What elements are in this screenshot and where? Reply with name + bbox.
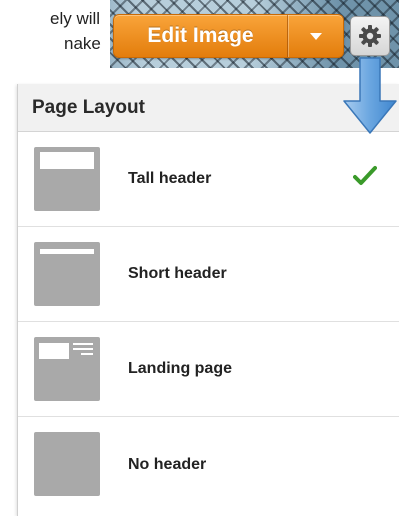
layout-option-label: Short header: [128, 265, 227, 282]
layout-option-label: Landing page: [128, 360, 232, 377]
layout-option-landing-page[interactable]: Landing page: [18, 322, 399, 417]
layout-option-no-header[interactable]: No header: [18, 417, 399, 512]
layout-option-short-header[interactable]: Short header: [18, 227, 399, 322]
chevron-down-icon: [309, 32, 322, 40]
short-header-thumbnail: [34, 242, 100, 306]
layout-option-label: No header: [128, 455, 207, 473]
page-layout-dropdown: Page Layout Tall header Short header Lan…: [17, 84, 399, 516]
screenshot-stage: ely will nake Edit Image Page Layout Tal…: [0, 0, 399, 516]
layout-option-label: Tall header: [128, 170, 212, 187]
background-text-line-1: ely will: [50, 9, 101, 28]
gear-icon: [359, 25, 381, 47]
edit-image-button[interactable]: Edit Image: [114, 15, 287, 57]
tall-header-thumbnail: [34, 147, 100, 211]
settings-button[interactable]: [350, 16, 390, 56]
layout-option-tall-header[interactable]: Tall header: [18, 132, 399, 227]
edit-image-split-button: Edit Image: [113, 14, 344, 58]
checkmark-icon: [353, 166, 377, 185]
edit-image-dropdown-button[interactable]: [288, 15, 343, 57]
arrow-down-icon: [343, 57, 397, 134]
background-text: ely will nake: [0, 6, 101, 56]
landing-page-thumbnail: [34, 337, 100, 401]
background-text-line-2: nake: [64, 34, 101, 53]
no-header-thumbnail: [34, 432, 100, 496]
